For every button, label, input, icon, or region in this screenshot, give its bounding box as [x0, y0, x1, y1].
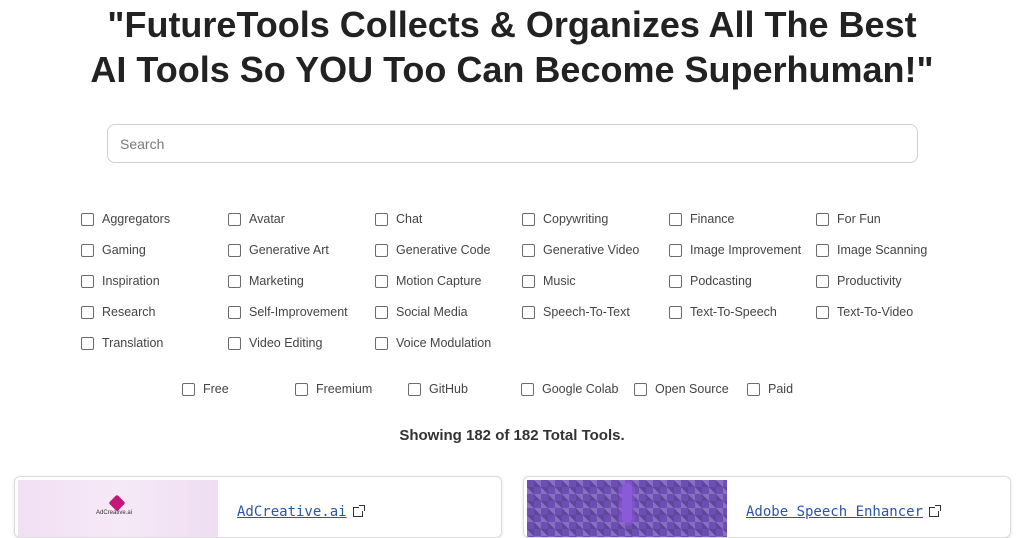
tool-title-link[interactable]: Adobe Speech Enhancer: [746, 504, 942, 520]
filter-image-scanning[interactable]: Image Scanning: [816, 239, 963, 261]
filter-free[interactable]: Free: [182, 378, 229, 400]
filter-paid[interactable]: Paid: [747, 378, 793, 400]
category-filter-grid: Aggregators Avatar Chat Copywriting Fina…: [81, 208, 961, 363]
page-headline: "FutureTools Collects & Organizes All Th…: [0, 2, 1024, 92]
checkbox[interactable]: [375, 336, 388, 350]
checkbox[interactable]: [816, 212, 829, 226]
filter-github[interactable]: GitHub: [408, 378, 468, 400]
filter-inspiration[interactable]: Inspiration: [81, 270, 228, 292]
filter-self-improvement[interactable]: Self-Improvement: [228, 301, 375, 323]
checkbox[interactable]: [81, 336, 94, 350]
checkbox[interactable]: [408, 382, 421, 396]
filter-social-media[interactable]: Social Media: [375, 301, 522, 323]
checkbox[interactable]: [521, 382, 534, 396]
external-link-icon: [929, 505, 942, 517]
checkbox[interactable]: [816, 305, 829, 319]
checkbox[interactable]: [228, 212, 241, 226]
filter-motion-capture[interactable]: Motion Capture: [375, 270, 522, 292]
filter-music[interactable]: Music: [522, 270, 669, 292]
filter-translation[interactable]: Translation: [81, 332, 228, 354]
checkbox[interactable]: [375, 274, 388, 288]
filter-image-improvement[interactable]: Image Improvement: [669, 239, 816, 261]
search-input[interactable]: [107, 124, 918, 163]
checkbox[interactable]: [522, 274, 535, 288]
checkbox[interactable]: [228, 305, 241, 319]
tool-card[interactable]: Adobe Speech Enhancer: [523, 476, 1011, 538]
checkbox[interactable]: [669, 212, 682, 226]
filter-speech-to-text[interactable]: Speech-To-Text: [522, 301, 669, 323]
filter-marketing[interactable]: Marketing: [228, 270, 375, 292]
checkbox[interactable]: [816, 243, 829, 257]
checkbox[interactable]: [669, 243, 682, 257]
filter-text-to-speech[interactable]: Text-To-Speech: [669, 301, 816, 323]
tool-thumbnail[interactable]: [527, 480, 727, 537]
filter-open-source[interactable]: Open Source: [634, 378, 729, 400]
checkbox[interactable]: [81, 305, 94, 319]
checkbox[interactable]: [522, 243, 535, 257]
filter-productivity[interactable]: Productivity: [816, 270, 963, 292]
logo-text: AdCreative.ai: [96, 510, 133, 516]
tool-title: AdCreative.ai: [237, 504, 347, 520]
filter-generative-video[interactable]: Generative Video: [522, 239, 669, 261]
filter-copywriting[interactable]: Copywriting: [522, 208, 669, 230]
filter-podcasting[interactable]: Podcasting: [669, 270, 816, 292]
checkbox[interactable]: [228, 336, 241, 350]
filter-chat[interactable]: Chat: [375, 208, 522, 230]
checkbox[interactable]: [522, 212, 535, 226]
checkbox[interactable]: [375, 243, 388, 257]
checkbox[interactable]: [228, 274, 241, 288]
checkbox[interactable]: [669, 305, 682, 319]
checkbox[interactable]: [747, 382, 760, 396]
checkbox[interactable]: [634, 382, 647, 396]
filter-freemium[interactable]: Freemium: [295, 378, 372, 400]
tool-card[interactable]: AdCreative.ai AdCreative.ai: [14, 476, 502, 538]
headline-line-1: "FutureTools Collects & Organizes All Th…: [107, 4, 917, 45]
filter-gaming[interactable]: Gaming: [81, 239, 228, 261]
tool-title-link[interactable]: AdCreative.ai: [237, 504, 365, 520]
checkbox[interactable]: [228, 243, 241, 257]
filter-generative-art[interactable]: Generative Art: [228, 239, 375, 261]
microphone-icon: [622, 483, 632, 523]
tool-title: Adobe Speech Enhancer: [746, 504, 924, 520]
checkbox[interactable]: [182, 382, 195, 396]
filter-voice-modulation[interactable]: Voice Modulation: [375, 332, 522, 354]
checkbox[interactable]: [81, 274, 94, 288]
results-count: Showing 182 of 182 Total Tools.: [399, 427, 625, 444]
checkbox[interactable]: [816, 274, 829, 288]
filter-video-editing[interactable]: Video Editing: [228, 332, 375, 354]
external-link-icon: [352, 505, 365, 517]
filter-text-to-video[interactable]: Text-To-Video: [816, 301, 963, 323]
checkbox[interactable]: [81, 212, 94, 226]
checkbox[interactable]: [81, 243, 94, 257]
filter-for-fun[interactable]: For Fun: [816, 208, 963, 230]
checkbox[interactable]: [375, 305, 388, 319]
filter-finance[interactable]: Finance: [669, 208, 816, 230]
adcreative-logo-icon: [108, 494, 126, 512]
filter-avatar[interactable]: Avatar: [228, 208, 375, 230]
filter-research[interactable]: Research: [81, 301, 228, 323]
filter-google-colab[interactable]: Google Colab: [521, 378, 618, 400]
checkbox[interactable]: [669, 274, 682, 288]
filter-generative-code[interactable]: Generative Code: [375, 239, 522, 261]
checkbox[interactable]: [375, 212, 388, 226]
headline-line-2: AI Tools So YOU Too Can Become Superhuma…: [90, 49, 934, 90]
tool-thumbnail[interactable]: AdCreative.ai: [18, 480, 218, 537]
checkbox[interactable]: [295, 382, 308, 396]
checkbox[interactable]: [522, 305, 535, 319]
filter-aggregators[interactable]: Aggregators: [81, 208, 228, 230]
